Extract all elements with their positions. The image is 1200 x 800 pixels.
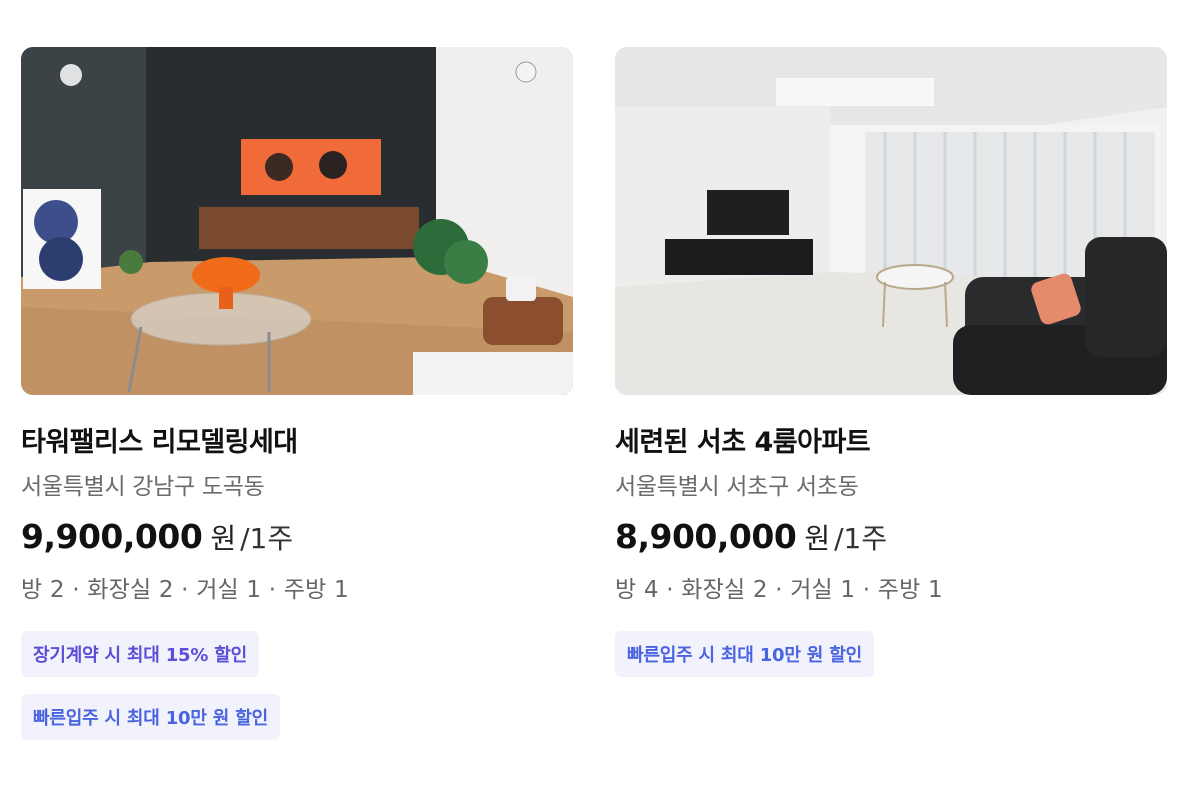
listing-tags: 장기계약 시 최대 15% 할인 빠른입주 시 최대 10만 원 할인 (21, 631, 573, 757)
listing-price: 9,900,000 (21, 517, 203, 556)
listing-address: 서울특별시 서초구 서초동 (615, 474, 859, 500)
living-room-photo (615, 47, 1167, 395)
discount-tag: 빠른입주 시 최대 10만 원 할인 (615, 631, 874, 677)
listing-title[interactable]: 타워팰리스 리모델링세대 (21, 427, 573, 459)
price-currency: 원 (804, 522, 831, 555)
discount-tag: 빠른입주 시 최대 10만 원 할인 (21, 694, 280, 740)
listing-room-info: 방 2 · 화장실 2 · 거실 1 · 주방 1 (21, 577, 349, 603)
listing-photo[interactable] (615, 47, 1167, 395)
listing-price: 8,900,000 (615, 517, 797, 556)
listing-photo[interactable] (21, 47, 573, 395)
listing-card[interactable]: 세련된 서초 4룸아파트 서울특별시 서초구 서초동 8,900,000 원/1주… (615, 47, 1167, 694)
price-currency: 원 (210, 522, 237, 555)
listing-title[interactable]: 세련된 서초 4룸아파트 (615, 427, 1167, 459)
listing-price-row: 8,900,000 원/1주 (615, 517, 1167, 563)
listing-price-row: 9,900,000 원/1주 (21, 517, 573, 563)
listing-card[interactable]: 타워팰리스 리모델링세대 서울특별시 강남구 도곡동 9,900,000 원/1주… (21, 47, 573, 757)
listing-grid: 타워팰리스 리모델링세대 서울특별시 강남구 도곡동 9,900,000 원/1주… (0, 0, 1200, 800)
living-room-photo (21, 47, 573, 395)
listing-address: 서울특별시 강남구 도곡동 (21, 474, 265, 500)
price-period: /1주 (240, 522, 294, 555)
discount-tag: 장기계약 시 최대 15% 할인 (21, 631, 259, 677)
listing-room-info: 방 4 · 화장실 2 · 거실 1 · 주방 1 (615, 577, 943, 603)
listing-tags: 빠른입주 시 최대 10만 원 할인 (615, 631, 1167, 694)
price-period: /1주 (834, 522, 888, 555)
